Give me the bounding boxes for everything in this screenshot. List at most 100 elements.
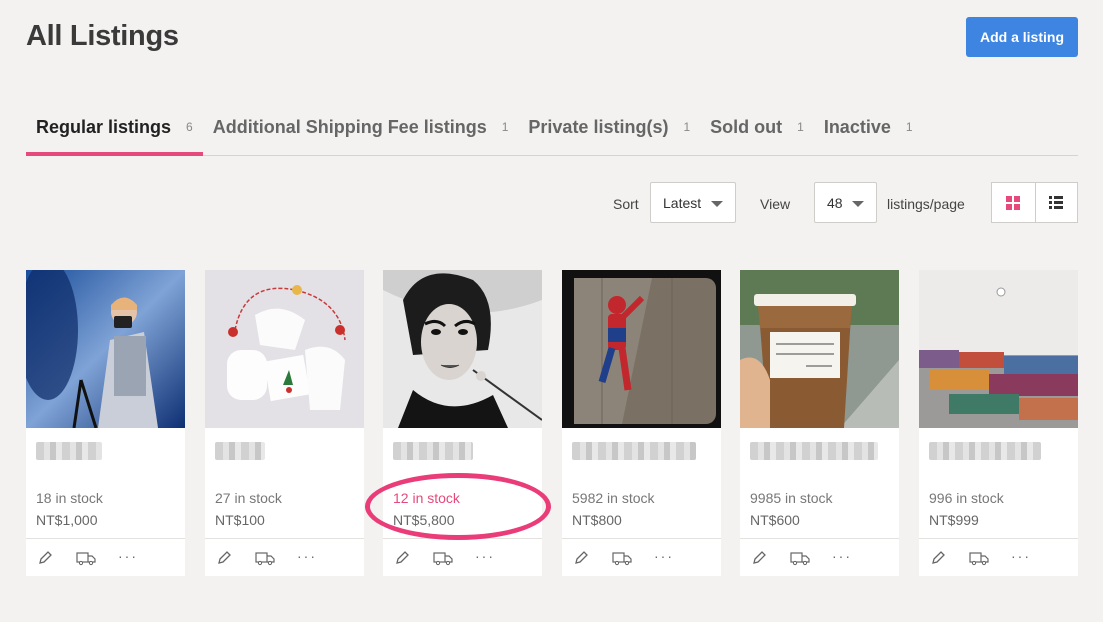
- tab-count: 1: [797, 120, 804, 134]
- card-actions: ···: [383, 538, 542, 576]
- shipping-button[interactable]: [433, 549, 453, 567]
- pencil-icon: [218, 551, 231, 564]
- stock-count: 996 in stock: [929, 490, 1004, 506]
- shipping-button[interactable]: [969, 549, 989, 567]
- view-mode-toggle: [991, 182, 1078, 223]
- listing-thumbnail[interactable]: [562, 270, 721, 428]
- price: NT$999: [929, 512, 979, 528]
- view-label: View: [760, 196, 791, 212]
- tab-label: Regular listings: [36, 116, 172, 137]
- tab-additional-shipping-fee[interactable]: Additional Shipping Fee listings 1: [203, 100, 519, 154]
- listing-card[interactable]: 18 in stock NT$1,000 ···: [26, 270, 185, 576]
- edit-button[interactable]: [571, 549, 591, 567]
- card-actions: ···: [740, 538, 899, 576]
- tab-count: 1: [683, 120, 691, 134]
- shipping-button[interactable]: [612, 549, 632, 567]
- stock-count: 5982 in stock: [572, 490, 655, 506]
- truck-icon: [969, 552, 989, 566]
- listing-name-blurred: [750, 442, 878, 460]
- listing-thumbnail[interactable]: [740, 270, 899, 428]
- listing-thumbnail[interactable]: [919, 270, 1078, 428]
- grid-icon: [1006, 195, 1021, 210]
- per-page-value: 48: [827, 194, 843, 211]
- tab-count: 1: [501, 120, 509, 134]
- more-options-button[interactable]: ···: [654, 547, 674, 565]
- tab-inactive[interactable]: Inactive 1: [814, 100, 923, 154]
- edit-button[interactable]: [749, 549, 769, 567]
- per-page-suffix: listings/page: [887, 196, 965, 212]
- edit-button[interactable]: [214, 549, 234, 567]
- list-icon: [1049, 196, 1064, 209]
- more-options-button[interactable]: ···: [297, 547, 317, 565]
- list-view-button[interactable]: [1034, 183, 1078, 222]
- per-page-select[interactable]: 48: [814, 182, 877, 223]
- stock-count: 27 in stock: [215, 490, 282, 506]
- sort-label: Sort: [613, 196, 639, 212]
- listing-name-blurred: [215, 442, 265, 460]
- listing-card[interactable]: 5982 in stock NT$800 ···: [562, 270, 721, 576]
- truck-icon: [612, 552, 632, 566]
- tab-label: Inactive: [823, 116, 891, 137]
- edit-button[interactable]: [35, 549, 55, 567]
- tab-count: 6: [186, 120, 193, 134]
- tab-label: Additional Shipping Fee listings: [212, 116, 487, 137]
- listing-card[interactable]: 996 in stock NT$999 ···: [919, 270, 1078, 576]
- card-actions: ···: [26, 538, 185, 576]
- portrait-photo: [383, 270, 542, 428]
- more-options-button[interactable]: ···: [118, 547, 138, 565]
- listing-name-blurred: [36, 442, 102, 460]
- listing-thumbnail[interactable]: [26, 270, 185, 428]
- chevron-down-icon: [852, 201, 864, 207]
- listing-tabs: Regular listings 6 Additional Shipping F…: [26, 100, 1078, 156]
- pencil-icon: [39, 551, 52, 564]
- sort-value: Latest: [663, 194, 702, 211]
- tab-regular-listings[interactable]: Regular listings 6: [26, 100, 203, 156]
- listing-name-blurred: [929, 442, 1041, 460]
- listing-card[interactable]: 12 in stock NT$5,800 ···: [383, 270, 542, 576]
- truck-icon: [433, 552, 453, 566]
- photographer-photo: [26, 270, 185, 428]
- tab-private-listings[interactable]: Private listing(s) 1: [518, 100, 700, 154]
- truck-icon: [790, 552, 810, 566]
- paper-ornaments-photo: [205, 270, 364, 428]
- more-options-button[interactable]: ···: [1011, 547, 1031, 565]
- price: NT$5,800: [393, 512, 455, 528]
- price: NT$600: [750, 512, 800, 528]
- truck-icon: [255, 552, 275, 566]
- grid-view-button[interactable]: [992, 183, 1035, 222]
- tab-count: 1: [905, 120, 913, 134]
- edit-button[interactable]: [928, 549, 948, 567]
- pencil-icon: [932, 551, 945, 564]
- more-options-button[interactable]: ···: [832, 547, 852, 565]
- price: NT$800: [572, 512, 622, 528]
- card-actions: ···: [205, 538, 364, 576]
- spiderman-figure-photo: [562, 270, 721, 428]
- page-title: All Listings: [26, 20, 179, 52]
- pencil-icon: [753, 551, 766, 564]
- listing-card[interactable]: 27 in stock NT$100 ···: [205, 270, 364, 576]
- listing-name-blurred: [572, 442, 696, 460]
- shipping-button[interactable]: [76, 549, 96, 567]
- shipping-button[interactable]: [255, 549, 275, 567]
- coffee-cup-photo: [740, 270, 899, 428]
- tab-label: Private listing(s): [528, 116, 669, 137]
- sort-select[interactable]: Latest: [650, 182, 736, 223]
- price: NT$100: [215, 512, 265, 528]
- stock-count: 9985 in stock: [750, 490, 833, 506]
- tab-sold-out[interactable]: Sold out 1: [700, 100, 814, 154]
- shipping-button[interactable]: [790, 549, 810, 567]
- pencil-icon: [396, 551, 409, 564]
- card-actions: ···: [919, 538, 1078, 576]
- tab-label: Sold out: [710, 116, 783, 137]
- add-listing-button[interactable]: Add a listing: [966, 17, 1078, 57]
- edit-button[interactable]: [392, 549, 412, 567]
- price: NT$1,000: [36, 512, 98, 528]
- listing-thumbnail[interactable]: [383, 270, 542, 428]
- chevron-down-icon: [711, 201, 723, 207]
- more-options-button[interactable]: ···: [475, 547, 495, 565]
- sleeping-bags-photo: [919, 270, 1078, 428]
- listing-thumbnail[interactable]: [205, 270, 364, 428]
- listing-name-blurred: [393, 442, 473, 460]
- listing-card[interactable]: 9985 in stock NT$600 ···: [740, 270, 899, 576]
- card-actions: ···: [562, 538, 721, 576]
